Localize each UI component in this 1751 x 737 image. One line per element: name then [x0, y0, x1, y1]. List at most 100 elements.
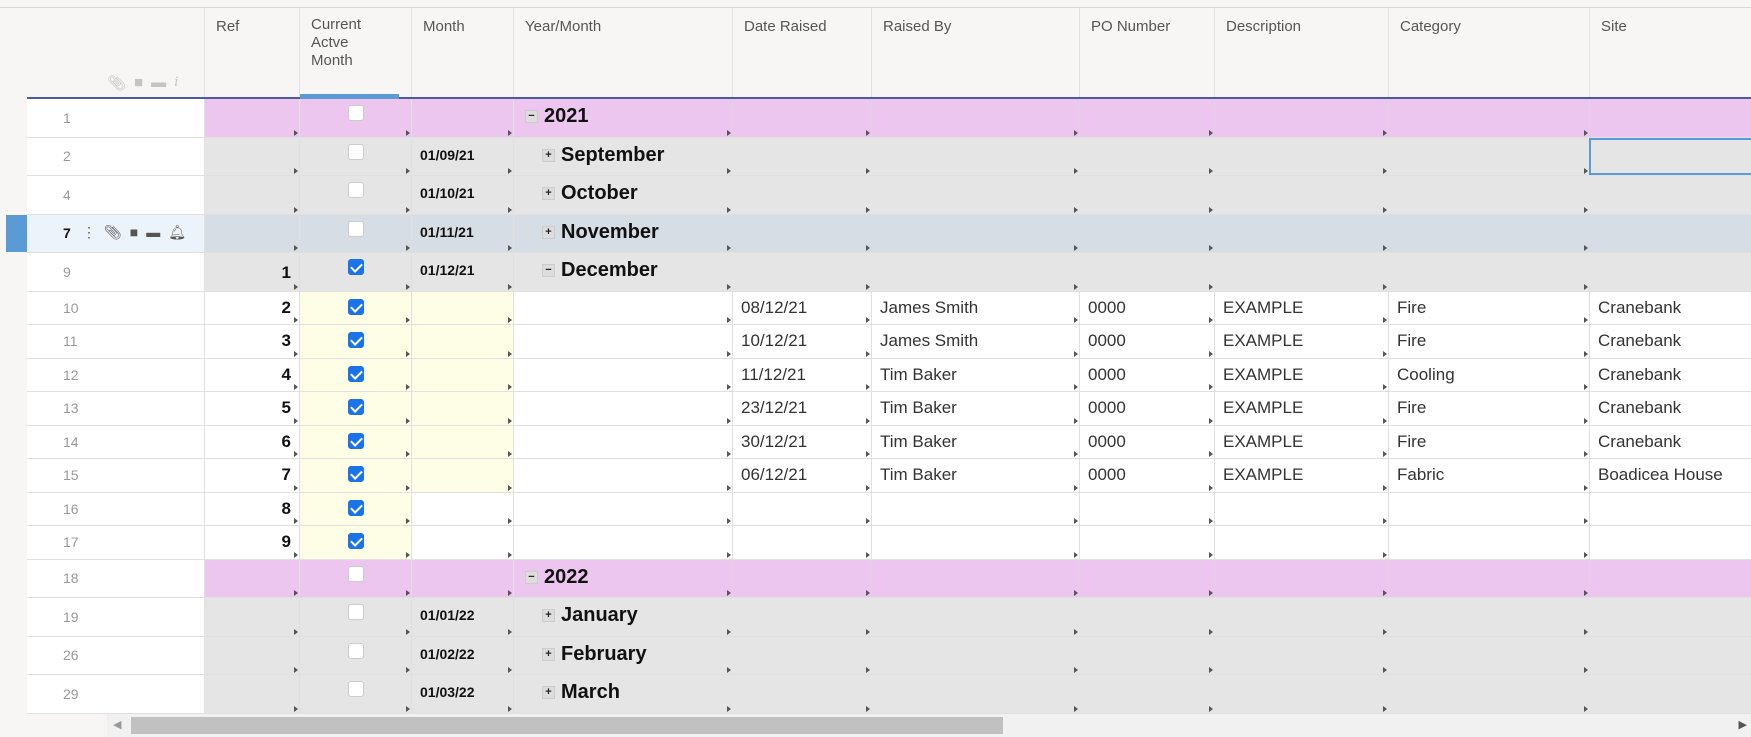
expand-icon[interactable]: + — [542, 187, 555, 200]
reminder-bell-icon[interactable]: 🔔︎ — [168, 224, 186, 241]
cell-current-actve-month[interactable] — [299, 459, 411, 492]
cell-current-actve-month[interactable] — [299, 137, 411, 175]
cell-date-raised[interactable] — [732, 598, 871, 636]
cell-site[interactable]: ▼ — [1589, 137, 1751, 175]
cell-date-raised[interactable] — [732, 675, 871, 713]
active-month-checkbox[interactable] — [348, 259, 364, 275]
cell-po-number[interactable] — [1079, 137, 1214, 175]
cell-year-month[interactable] — [513, 492, 732, 525]
cell-month[interactable] — [411, 99, 513, 137]
cell-site[interactable] — [1589, 598, 1751, 636]
cell-raised-by[interactable]: Tim Baker — [871, 425, 1079, 458]
active-month-checkbox[interactable] — [348, 105, 364, 121]
cell-raised-by[interactable]: Tim Baker — [871, 358, 1079, 391]
active-month-checkbox[interactable] — [348, 466, 364, 482]
cell-po-number[interactable]: 0000 — [1079, 325, 1214, 358]
more-icon[interactable]: ⋮ — [82, 224, 96, 241]
active-month-checkbox[interactable] — [348, 365, 364, 382]
cell-date-raised[interactable] — [732, 253, 871, 291]
column-header-site[interactable]: Site — [1589, 8, 1751, 97]
cell-year-month[interactable] — [513, 358, 732, 391]
row-header[interactable]: 15 — [27, 459, 204, 492]
row-header[interactable]: 2 — [27, 137, 204, 175]
cell-current-actve-month[interactable] — [299, 99, 411, 137]
active-month-checkbox[interactable] — [348, 533, 364, 549]
column-header-year-month[interactable]: Year/Month — [513, 8, 732, 97]
cell-current-actve-month[interactable] — [299, 358, 411, 391]
cell-year-month[interactable] — [513, 325, 732, 358]
cell-year-month[interactable]: + March — [513, 675, 732, 713]
cell-po-number[interactable] — [1079, 99, 1214, 137]
cell-date-raised[interactable]: 11/12/21 — [732, 358, 871, 391]
cell-month[interactable] — [411, 526, 513, 559]
cell-ref[interactable] — [204, 137, 299, 175]
cell-date-raised[interactable] — [732, 137, 871, 175]
column-header-month[interactable]: Month — [411, 8, 513, 97]
cell-description[interactable] — [1214, 559, 1388, 597]
active-month-checkbox[interactable] — [348, 220, 364, 237]
cell-description[interactable] — [1214, 99, 1388, 137]
cell-year-month[interactable] — [513, 526, 732, 559]
cell-current-actve-month[interactable] — [299, 214, 411, 252]
cell-date-raised[interactable]: 10/12/21 — [732, 325, 871, 358]
cell-site[interactable] — [1589, 526, 1751, 559]
row-header[interactable]: 11 — [27, 325, 204, 358]
cell-category[interactable] — [1388, 675, 1589, 713]
active-month-checkbox[interactable] — [348, 565, 364, 582]
cell-site[interactable]: Cranebank — [1589, 425, 1751, 458]
cell-raised-by[interactable] — [871, 253, 1079, 291]
cell-description[interactable]: EXAMPLE — [1214, 291, 1388, 324]
expand-icon[interactable]: + — [542, 148, 555, 162]
cell-description[interactable] — [1214, 253, 1388, 291]
cell-raised-by[interactable] — [871, 636, 1079, 674]
cell-category[interactable]: Fire — [1388, 291, 1589, 324]
cell-month[interactable] — [411, 392, 513, 425]
row-header[interactable]: 13 — [27, 392, 204, 425]
cell-raised-by[interactable] — [871, 559, 1079, 597]
row-header[interactable]: 14 — [27, 425, 204, 458]
cell-category[interactable] — [1388, 253, 1589, 291]
cell-description[interactable] — [1214, 137, 1388, 175]
cell-category[interactable] — [1388, 99, 1589, 137]
expand-icon[interactable]: + — [542, 647, 555, 661]
row-header[interactable]: 16 — [27, 492, 204, 525]
scrollbar-thumb[interactable] — [131, 717, 1003, 734]
cell-site[interactable] — [1589, 675, 1751, 713]
cell-raised-by[interactable] — [871, 137, 1079, 175]
cell-category[interactable] — [1388, 176, 1589, 214]
cell-current-actve-month[interactable] — [299, 325, 411, 358]
cell-ref[interactable]: 9 — [204, 526, 299, 559]
cell-po-number[interactable] — [1079, 253, 1214, 291]
cell-category[interactable] — [1388, 526, 1589, 559]
cell-year-month[interactable]: − December — [513, 253, 732, 291]
cell-date-raised[interactable] — [732, 636, 871, 674]
cell-month[interactable] — [411, 492, 513, 525]
cell-current-actve-month[interactable] — [299, 253, 411, 291]
active-month-checkbox[interactable] — [348, 681, 364, 697]
cell-category[interactable] — [1388, 214, 1589, 252]
cell-category[interactable]: Fire — [1388, 425, 1589, 458]
cell-po-number[interactable]: 0000 — [1079, 358, 1214, 391]
cell-month[interactable] — [411, 425, 513, 458]
cell-date-raised[interactable] — [732, 176, 871, 214]
cell-category[interactable]: Fire — [1388, 325, 1589, 358]
active-month-checkbox[interactable] — [348, 182, 364, 198]
active-month-checkbox[interactable] — [348, 604, 364, 620]
cell-date-raised[interactable] — [732, 492, 871, 525]
cell-raised-by[interactable] — [871, 99, 1079, 137]
cell-ref[interactable] — [204, 559, 299, 597]
cell-site[interactable]: Cranebank — [1589, 325, 1751, 358]
cell-raised-by[interactable] — [871, 214, 1079, 252]
cell-site[interactable] — [1589, 492, 1751, 525]
cell-raised-by[interactable]: Tim Baker — [871, 459, 1079, 492]
column-header-po-number[interactable]: PO Number — [1079, 8, 1214, 97]
column-header-description[interactable]: Description — [1214, 8, 1388, 97]
cell-po-number[interactable] — [1079, 559, 1214, 597]
cell-month[interactable] — [411, 459, 513, 492]
cell-year-month[interactable]: −2022 — [513, 559, 732, 597]
cell-category[interactable] — [1388, 559, 1589, 597]
cell-description[interactable] — [1214, 492, 1388, 525]
attachment-icon[interactable]: 📎︎ — [104, 224, 122, 241]
scroll-right-icon[interactable]: ▶ — [1739, 718, 1747, 731]
cell-category[interactable] — [1388, 598, 1589, 636]
